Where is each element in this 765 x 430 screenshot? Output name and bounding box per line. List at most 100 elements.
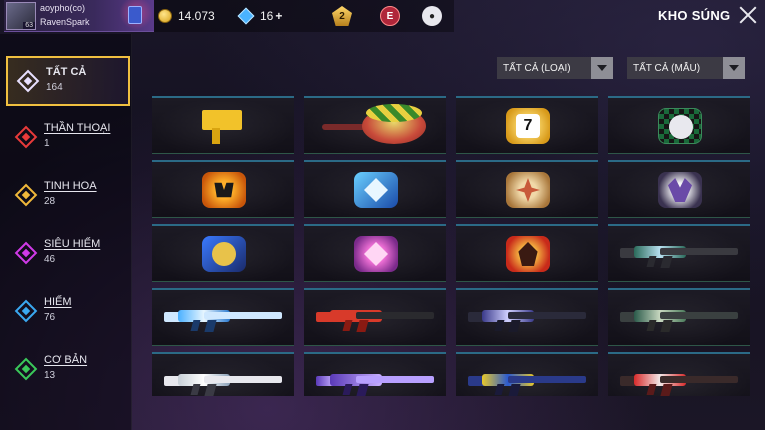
violet-shotgun-icon [316,370,434,396]
avatar[interactable]: 63 [6,2,36,30]
diamond-amount: 16 [260,9,274,23]
item-slot[interactable] [608,96,750,154]
rarity-diamond-icon [14,125,38,149]
item-slot[interactable] [456,288,598,346]
gun-mag [356,320,369,332]
player-level: 63 [23,22,35,29]
gun-barrel [660,376,738,383]
item-slot[interactable] [608,352,750,396]
item-slot[interactable] [152,224,294,282]
item-slot[interactable] [608,224,750,282]
item-slot[interactable] [152,352,294,396]
gun-barrel [204,312,282,319]
guild-badge-icon[interactable] [128,6,142,24]
item-slot[interactable] [152,96,294,154]
store-icon[interactable]: ● [422,6,442,26]
chevron-down-icon[interactable] [591,57,613,79]
item-slot[interactable] [152,160,294,218]
category-tab[interactable]: THẦN THOẠI 1 [6,114,130,164]
gun-mag [356,384,369,396]
gun-barrel [356,312,434,319]
tan-emblem-card-icon [506,172,550,208]
gun-grip [190,384,201,395]
category-tab[interactable]: CƠ BẢN 13 [6,346,130,396]
item-slot[interactable] [304,160,446,218]
rank-badge-icon[interactable]: 2 [332,6,352,26]
category-label: SIÊU HIẾM [44,238,101,250]
category-label: TINH HOA [44,180,97,192]
category-tab[interactable]: HIẾM 76 [6,288,130,338]
diamond-icon [237,7,255,25]
gun-barrel [508,376,586,383]
blue-rifle-icon [164,306,282,332]
gun-mag [660,256,673,268]
item-slot[interactable] [304,288,446,346]
gun-barrel [508,312,586,319]
item-slot[interactable] [608,288,750,346]
gun-grip [494,384,505,395]
page-title: KHO SÚNG [658,8,731,23]
fire-emblem-card-icon [506,236,550,272]
card-emblem: 7 [516,114,540,138]
item-slot[interactable] [456,352,598,396]
rarity-diamond-icon [14,357,38,381]
item-slot[interactable] [608,160,750,218]
category-count: 76 [44,312,56,323]
category-tab[interactable]: TẤT CẢ 164 [6,56,130,106]
gun-barrel [356,376,434,383]
card-emblem [518,242,538,266]
player-profile[interactable]: 63 aoypho(co) RavenSpark [4,0,156,32]
diamond-counter[interactable]: 16 + [232,0,302,32]
item-slot[interactable] [152,288,294,346]
card-emblem [516,178,540,202]
camo-ak-rifle-icon [620,242,738,268]
category-count: 28 [44,196,56,207]
color-filter-dropdown[interactable]: TẤT CẢ (MẪU) [627,57,745,79]
gun-grip [646,320,657,331]
category-count: 164 [46,82,63,93]
gun-mag [660,320,673,332]
card-emblem [669,115,693,139]
blue-emblem-card-icon [354,172,398,208]
color-filter-value: TẤT CẢ (MẪU) [633,62,701,74]
gun-grip [190,320,201,331]
item-slot[interactable] [456,224,598,282]
category-tab[interactable]: TINH HOA 28 [6,172,130,222]
gold-counter[interactable]: 14.073 [154,0,232,32]
rarity-diamond-icon [14,241,38,265]
gold-coin-icon [158,9,172,23]
item-slot[interactable] [304,96,446,154]
type-filter-dropdown[interactable]: TẤT CẢ (LOẠI) [497,57,613,79]
card-emblem [668,178,692,202]
red-famas-rifle-icon [316,306,434,332]
wave-emblem-card-icon [202,236,246,272]
item-grid: 7 [150,90,754,396]
gun-mag [508,384,521,396]
rarity-diamond-icon [16,69,40,93]
uzi-skin-icon [202,110,242,130]
category-tab[interactable]: SIÊU HIẾM 46 [6,230,130,280]
gun-barrel [660,248,738,255]
elite-pass-icon[interactable]: E [380,6,400,26]
close-icon[interactable] [738,5,758,25]
rarity-diamond-icon [14,183,38,207]
item-slot[interactable] [304,352,446,396]
item-slot[interactable] [456,160,598,218]
checkered-card-icon [658,108,702,144]
top-bar: 63 aoypho(co) RavenSpark 14.073 16 + 2 E… [0,0,765,34]
pan-handle [322,124,366,130]
item-slot[interactable] [304,224,446,282]
gun-mag [660,384,673,396]
chevron-down-icon[interactable] [723,57,745,79]
player-name: aoypho(co) [40,3,86,13]
top-icon-bar: 2 E ● [302,0,454,32]
pink-emblem-card-icon [354,236,398,272]
pumpkin-card-icon [202,172,246,208]
gun-grip [342,384,353,395]
gun-grip [494,320,505,331]
white-rifle-icon [164,370,282,396]
category-sidebar: TẤT CẢ 164 THẦN THOẠI 1 TINH HOA 28 SIÊU HIẾM 4… [0,34,132,430]
add-diamonds-button[interactable]: + [275,9,282,23]
yellow-blue-rifle-icon [468,370,586,396]
item-slot[interactable]: 7 [456,96,598,154]
